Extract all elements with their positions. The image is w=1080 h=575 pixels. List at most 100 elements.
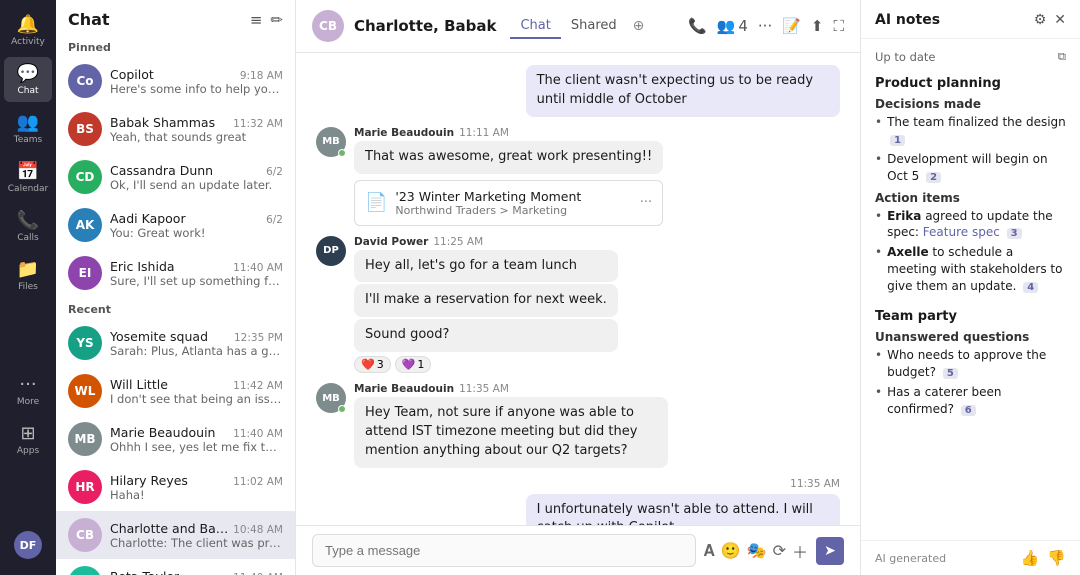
notes-section-title: Team party	[875, 309, 1066, 324]
chat-list-panel: Chat ≡ ✏ Pinned Co Copilot 9:18 AM Here'…	[56, 0, 296, 575]
participants-icon: 👥	[717, 17, 736, 35]
online-indicator	[338, 149, 346, 157]
avatar: YS	[68, 326, 102, 360]
send-button[interactable]: ➤	[816, 537, 844, 565]
list-item[interactable]: YS Yosemite squad 12:35 PM Sarah: Plus, …	[56, 319, 295, 367]
sidebar-item-activity[interactable]: 🔔 Activity	[4, 8, 52, 53]
message-input[interactable]	[312, 534, 696, 567]
copy-icon[interactable]: ⧉	[1058, 49, 1066, 64]
list-item[interactable]: CB Charlotte and Babak 10:48 AM Charlott…	[56, 511, 295, 559]
message-bubble: I unfortunately wasn't able to attend. I…	[526, 494, 840, 525]
reaction-purple-heart[interactable]: 💜 1	[395, 356, 432, 373]
thumbs-up-icon[interactable]: 👍	[1021, 549, 1040, 567]
message-row: MB Marie Beaudouin 11:35 AM Hey Team, no…	[316, 383, 840, 468]
message-bubble: I'll make a reservation for next week.	[354, 284, 618, 317]
list-item[interactable]: BS Babak Shammas 11:32 AM Yeah, that sou…	[56, 105, 295, 153]
share-screen-icon[interactable]: ⬆	[811, 17, 824, 35]
sidebar-item-calendar[interactable]: 📅 Calendar	[4, 155, 52, 200]
ai-notes-settings-icon[interactable]: ⚙	[1034, 12, 1047, 28]
chat-items: Pinned Co Copilot 9:18 AM Here's some in…	[56, 35, 295, 575]
avatar: CB	[68, 518, 102, 552]
notes-item: Who needs to approve the budget? 5	[875, 347, 1066, 381]
sidebar-item-files[interactable]: 📁 Files	[4, 253, 52, 298]
sidebar-item-chat[interactable]: 💬 Chat	[4, 57, 52, 102]
sidebar-item-more[interactable]: ··· More	[4, 368, 52, 413]
message-bubble: Hey all, let's go for a team lunch	[354, 250, 618, 283]
attachment-more-icon[interactable]: ···	[640, 195, 652, 210]
sidebar-item-label-apps: Apps	[17, 446, 39, 456]
thumbs-down-icon[interactable]: 👎	[1047, 549, 1066, 567]
list-item[interactable]: HR Hilary Reyes 11:02 AM Haha!	[56, 463, 295, 511]
attachment-card[interactable]: 📄 '23 Winter Marketing Moment Northwind …	[354, 180, 663, 226]
list-item[interactable]: Co Copilot 9:18 AM Here's some info to h…	[56, 57, 295, 105]
sticker-icon[interactable]: 🎭	[747, 541, 767, 560]
more-options-icon[interactable]: ···	[758, 17, 772, 35]
calendar-icon: 📅	[17, 161, 39, 182]
input-actions: 𝐀 🙂 🎭 ⟳ ＋	[704, 539, 808, 563]
avatar: DP	[316, 236, 346, 266]
chat-header: CB Charlotte, Babak Chat Shared ⊕ 📞 👥 4 …	[296, 0, 860, 53]
sidebar-item-apps[interactable]: ⊞ Apps	[4, 417, 52, 462]
add-tab-button[interactable]: ⊕	[627, 14, 651, 39]
ai-generated-label: AI generated	[875, 552, 946, 565]
notes-section-product: Product planning Decisions made The team…	[875, 76, 1066, 295]
notes-subsection: Decisions made	[875, 97, 1066, 111]
header-actions: 📞 👥 4 ··· 📝 ⬆ ⛶	[688, 17, 844, 35]
ai-notes-close-icon[interactable]: ✕	[1054, 12, 1066, 28]
avatar: MB	[68, 422, 102, 456]
attach-icon[interactable]: ＋	[792, 539, 808, 563]
pinned-label: Pinned	[56, 35, 295, 57]
ai-notes-header: AI notes ⚙ ✕	[861, 0, 1080, 39]
reaction-heart[interactable]: ❤️ 3	[354, 356, 391, 373]
online-indicator	[338, 405, 346, 413]
note-icon[interactable]: 📝	[782, 17, 801, 35]
avatar-wrap: Co	[68, 64, 102, 98]
loop-icon[interactable]: ⟳	[773, 541, 786, 560]
avatar: AK	[68, 208, 102, 242]
audio-call-icon[interactable]: 📞	[688, 17, 707, 35]
sidebar-item-label-files: Files	[18, 282, 38, 292]
message-row: MB Marie Beaudouin 11:11 AM That was awe…	[316, 127, 840, 226]
ai-notes-footer: AI generated 👍 👎	[861, 540, 1080, 575]
user-avatar[interactable]: DF	[14, 531, 42, 559]
chat-header-avatar: CB	[312, 10, 344, 42]
notes-section-party: Team party Unanswered questions Who need…	[875, 309, 1066, 418]
list-item[interactable]: EI Eric Ishida 11:40 AM Sure, I'll set u…	[56, 249, 295, 297]
list-item[interactable]: AK Aadi Kapoor 6/2 You: Great work!	[56, 201, 295, 249]
sidebar-nav: 🔔 Activity 💬 Chat 👥 Teams 📅 Calendar 📞 C…	[0, 0, 56, 575]
filter-icon[interactable]: ≡	[250, 11, 263, 29]
sidebar-item-label-activity: Activity	[11, 37, 45, 47]
avatar: HR	[68, 470, 102, 504]
emoji-icon[interactable]: 🙂	[721, 541, 741, 560]
sidebar-item-label-calls: Calls	[17, 233, 39, 243]
message-row: 11:35 AM I unfortunately wasn't able to …	[316, 478, 840, 525]
up-to-date-label: Up to date ⧉	[875, 49, 1066, 64]
avatar: MB	[316, 383, 346, 413]
participants-badge[interactable]: 👥 4	[717, 17, 748, 35]
sidebar-item-teams[interactable]: 👥 Teams	[4, 106, 52, 151]
list-item[interactable]: WL Will Little 11:42 AM I don't see that…	[56, 367, 295, 415]
ai-notes-title: AI notes	[875, 12, 940, 28]
message-bubble: The client wasn't expecting us to be rea…	[526, 65, 840, 117]
sidebar-item-calls[interactable]: 📞 Calls	[4, 204, 52, 249]
feature-spec-link[interactable]: Feature spec	[923, 225, 1000, 239]
new-chat-icon[interactable]: ✏	[270, 11, 283, 29]
message-row: The client wasn't expecting us to be rea…	[316, 65, 840, 117]
footer-icons: 👍 👎	[1021, 549, 1066, 567]
tab-chat[interactable]: Chat	[510, 14, 560, 39]
chat-main: CB Charlotte, Babak Chat Shared ⊕ 📞 👥 4 …	[296, 0, 860, 575]
sidebar-item-label-teams: Teams	[14, 135, 42, 145]
tab-shared[interactable]: Shared	[561, 14, 627, 39]
list-item[interactable]: CD Cassandra Dunn 6/2 Ok, I'll send an u…	[56, 153, 295, 201]
expand-icon[interactable]: ⛶	[833, 17, 844, 35]
notes-item: Has a caterer been confirmed? 6	[875, 384, 1066, 418]
messages-area: The client wasn't expecting us to be rea…	[296, 53, 860, 525]
more-icon: ···	[19, 374, 36, 395]
avatar: WL	[68, 374, 102, 408]
chat-list-header: Chat ≡ ✏	[56, 0, 295, 35]
chat-item-info: Copilot 9:18 AM Here's some info to help…	[110, 67, 283, 96]
list-item[interactable]: RT Reta Taylor 11:40 AM Ah, ok I underst…	[56, 559, 295, 575]
attachment-file-icon: 📄	[365, 192, 387, 213]
list-item[interactable]: MB Marie Beaudouin 11:40 AM Ohhh I see, …	[56, 415, 295, 463]
format-icon[interactable]: 𝐀	[704, 541, 715, 561]
